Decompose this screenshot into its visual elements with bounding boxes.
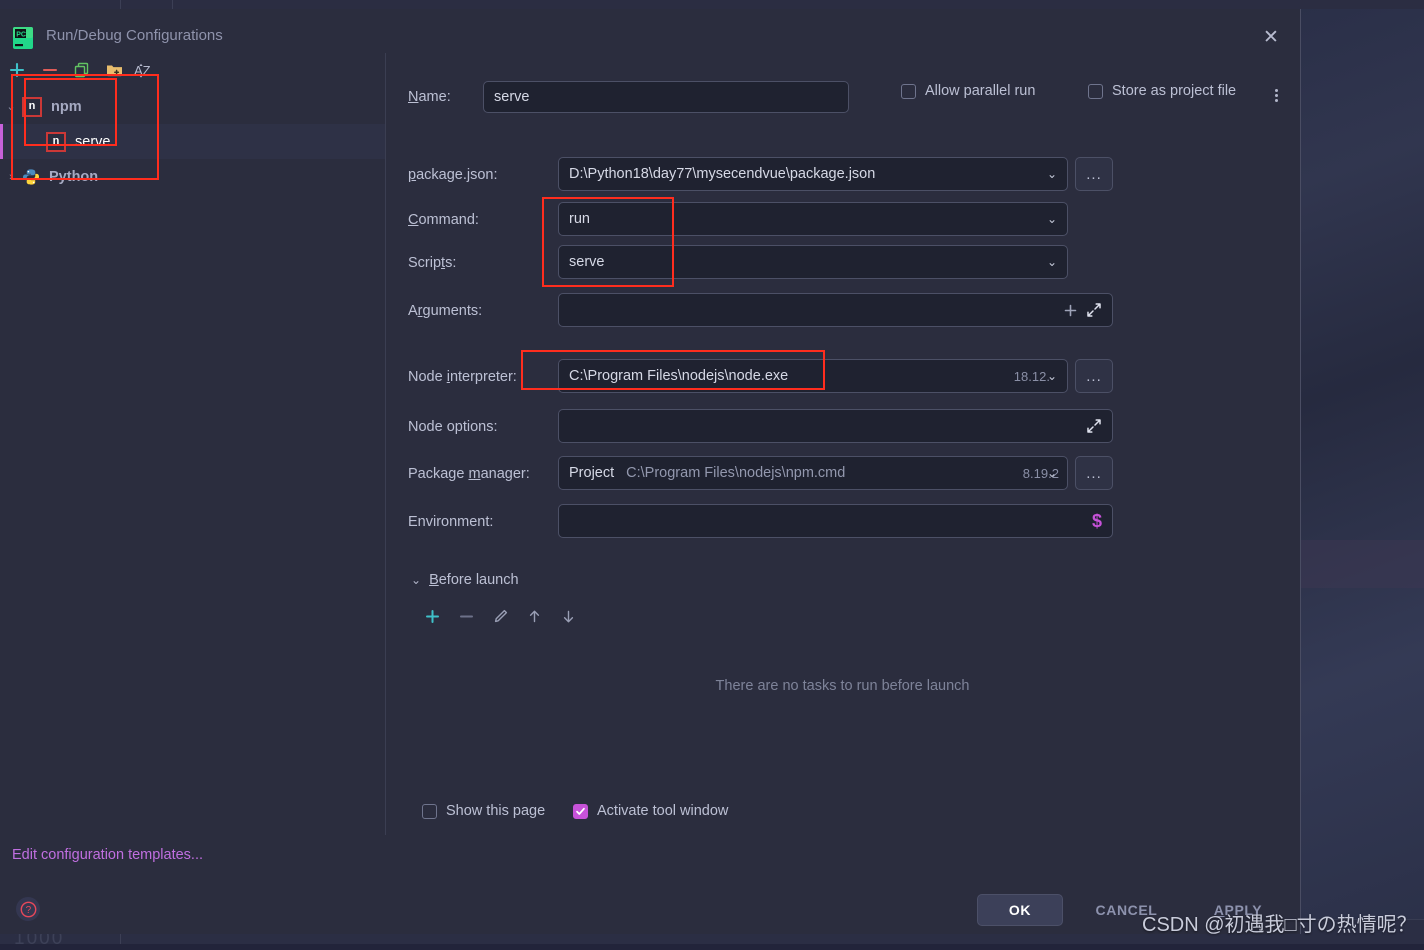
arrow-up-icon[interactable] [517, 601, 551, 631]
expand-icon[interactable] [1086, 302, 1102, 318]
tree-item-label: Python [49, 169, 98, 185]
allow-parallel-run-label: Allow parallel run [925, 83, 1035, 99]
chevron-down-icon: ⌄ [411, 573, 421, 587]
ok-button[interactable]: OK [977, 894, 1063, 926]
twisty-icon[interactable]: ⌄ [0, 100, 22, 113]
node-interpreter-value: C:\Program Files\nodejs\node.exe [569, 368, 1008, 384]
scripts-label: Scripts: [408, 255, 456, 271]
editor-tabs-strip [0, 0, 1424, 9]
pencil-icon[interactable] [483, 601, 517, 631]
run-debug-configurations-dialog: PC Run/Debug Configurations ✕ [0, 9, 1301, 934]
sort-az-icon[interactable]: AZ [132, 57, 158, 83]
checkbox-box [901, 84, 916, 99]
name-input[interactable]: serve [483, 81, 849, 113]
edit-configuration-templates-link[interactable]: Edit configuration templates... [12, 847, 203, 863]
node-interpreter-label: Node interpreter: [408, 369, 517, 385]
twisty-icon[interactable]: › [0, 171, 22, 183]
tree-item-python[interactable]: › Python [0, 159, 385, 194]
scripts-value: serve [569, 254, 1041, 270]
remove-task-button[interactable] [449, 601, 483, 631]
chevron-down-icon[interactable]: ⌄ [1047, 466, 1057, 480]
before-launch-toolbar [415, 601, 585, 631]
before-launch-label: Before launch [429, 572, 518, 588]
configuration-form: Name: serve Allow parallel run Store as … [385, 53, 1300, 934]
checkbox-box [422, 804, 437, 819]
svg-text:PC: PC [16, 32, 26, 39]
checkbox-box [1088, 84, 1103, 99]
folder-add-icon[interactable] [101, 57, 127, 83]
node-interpreter-browse-button[interactable]: ... [1075, 359, 1113, 393]
watermark: CSDN @初遇我□寸の热情呢？ [1142, 908, 1417, 937]
tab-divider-2 [172, 0, 173, 9]
arguments-input[interactable] [558, 293, 1113, 327]
npm-icon: n [22, 97, 42, 117]
dollar-icon[interactable]: $ [1092, 511, 1102, 532]
package-json-combobox[interactable]: D:\Python18\day77\mysecendvue\package.js… [558, 157, 1068, 191]
tree-item-serve[interactable]: n serve [0, 124, 385, 159]
chevron-down-icon[interactable]: ⌄ [1047, 167, 1057, 181]
npm-icon: n [46, 132, 66, 152]
add-task-button[interactable] [415, 601, 449, 631]
plus-icon[interactable] [1063, 303, 1078, 318]
tree-item-label: npm [51, 99, 82, 115]
node-interpreter-version: 18.12. [1014, 369, 1050, 384]
copy-icon[interactable] [69, 57, 95, 83]
help-icon[interactable]: ? [16, 897, 40, 921]
chevron-down-icon[interactable]: ⌄ [1047, 212, 1057, 226]
close-icon[interactable]: ✕ [1258, 25, 1284, 51]
package-json-browse-button[interactable]: ... [1075, 157, 1113, 191]
chevron-down-icon[interactable]: ⌄ [1047, 255, 1057, 269]
package-json-label: package.json: [408, 167, 498, 183]
package-manager-value: C:\Program Files\nodejs\npm.cmd [626, 465, 1017, 481]
tree-item-npm[interactable]: ⌄ n npm [0, 89, 385, 124]
name-value: serve [494, 89, 838, 105]
expand-icon[interactable] [1086, 418, 1102, 434]
svg-text:?: ? [25, 905, 31, 916]
package-manager-label: Package manager: [408, 466, 530, 482]
show-this-page-label: Show this page [446, 803, 545, 819]
environment-input[interactable]: $ [558, 504, 1113, 538]
activate-tool-window-label: Activate tool window [597, 803, 728, 819]
tree-item-label: serve [75, 134, 110, 150]
selection-indicator [0, 124, 3, 159]
allow-parallel-run-checkbox[interactable]: Allow parallel run [901, 83, 1035, 99]
configurations-tree-panel: AZ ⌄ n npm n serve [0, 53, 386, 835]
checkbox-box [573, 804, 588, 819]
configurations-tree: ⌄ n npm n serve › [0, 89, 385, 194]
node-interpreter-combobox[interactable]: C:\Program Files\nodejs\node.exe 18.12. … [558, 359, 1068, 393]
package-manager-browse-button[interactable]: ... [1075, 456, 1113, 490]
node-options-label: Node options: [408, 419, 497, 435]
scripts-combobox[interactable]: serve ⌄ [558, 245, 1068, 279]
name-label: Name: [408, 89, 451, 105]
store-as-project-file-checkbox[interactable]: Store as project file [1088, 83, 1236, 99]
arrow-down-icon[interactable] [551, 601, 585, 631]
activate-tool-window-checkbox[interactable]: Activate tool window [573, 803, 728, 819]
environment-label: Environment: [408, 514, 493, 530]
pycharm-icon: PC [12, 26, 34, 50]
before-launch-empty-text: There are no tasks to run before launch [385, 678, 1300, 694]
backdrop-band [1300, 540, 1424, 588]
package-json-value: D:\Python18\day77\mysecendvue\package.js… [569, 166, 1041, 182]
add-configuration-button[interactable] [4, 57, 30, 83]
more-vertical-icon[interactable] [1268, 85, 1284, 105]
remove-configuration-button[interactable] [37, 57, 63, 83]
tab-divider-1 [120, 0, 121, 9]
node-options-input[interactable] [558, 409, 1113, 443]
command-value: run [569, 211, 1041, 227]
dialog-titlebar: PC Run/Debug Configurations ✕ [0, 9, 1300, 53]
arguments-label: Arguments: [408, 303, 482, 319]
command-combobox[interactable]: run ⌄ [558, 202, 1068, 236]
package-manager-combobox[interactable]: Project C:\Program Files\nodejs\npm.cmd … [558, 456, 1068, 490]
store-as-project-file-label: Store as project file [1112, 83, 1236, 99]
command-label: Command: [408, 212, 479, 228]
before-launch-section-header[interactable]: ⌄ Before launch [411, 572, 519, 588]
show-this-page-checkbox[interactable]: Show this page [422, 803, 545, 819]
tree-toolbar: AZ [0, 53, 385, 87]
package-manager-scope: Project [569, 465, 614, 481]
python-icon [22, 168, 40, 186]
chevron-down-icon[interactable]: ⌄ [1047, 369, 1057, 383]
dialog-title: Run/Debug Configurations [46, 27, 223, 44]
